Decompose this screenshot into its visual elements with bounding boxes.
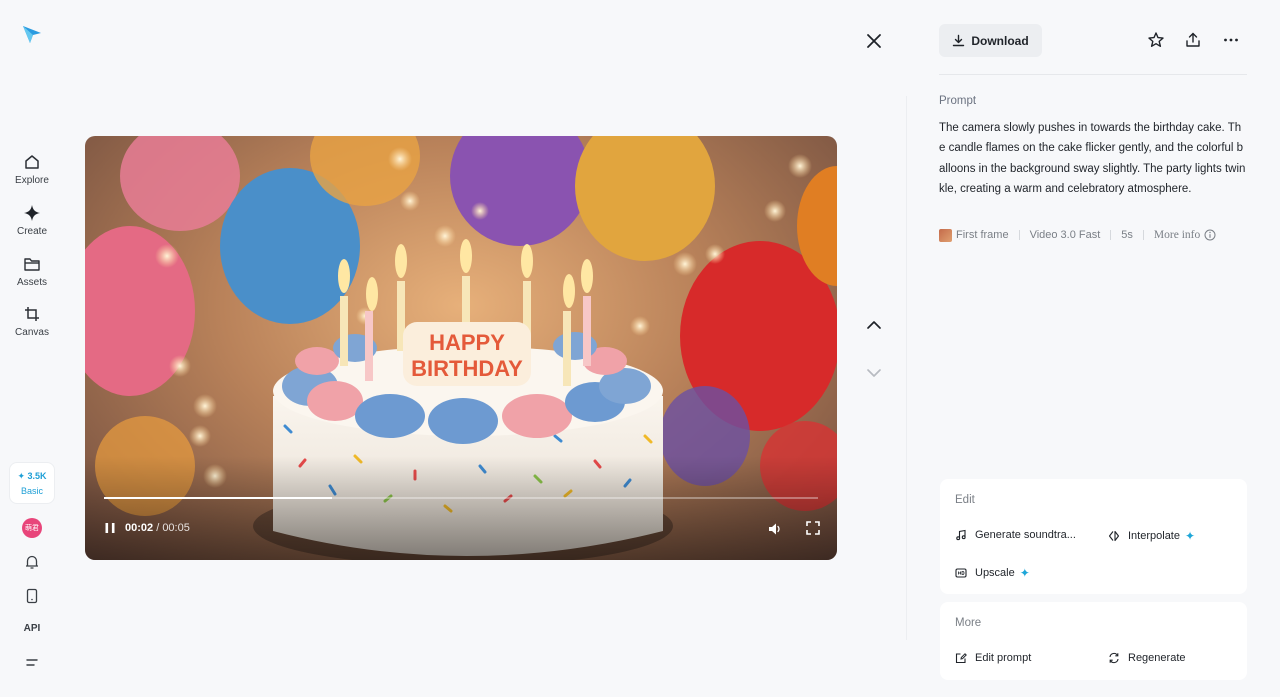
fullscreen-icon[interactable] [806,521,820,535]
meta-separator [1142,230,1144,240]
regenerate-icon [1109,652,1119,664]
upscale-button[interactable]: Upscale ✦ [955,566,1030,580]
mobile-icon[interactable] [23,587,41,605]
volume-icon[interactable] [767,521,783,537]
first-frame-thumbnail [939,228,952,242]
generate-soundtrack-button[interactable]: Generate soundtra... [955,529,1076,541]
menu-icon[interactable] [23,654,41,672]
interpolate-label: Interpolate [1128,530,1180,542]
nav-canvas-label: Canvas [15,327,49,338]
chevron-up-icon[interactable] [864,315,884,335]
first-frame-label: First frame [956,229,1009,241]
cake-text-line2: BIRTHDAY [411,356,523,381]
nav-assets-label: Assets [16,277,47,288]
generation-meta: First frame Video 3.0 Fast 5s More info [939,227,1216,243]
more-card: More Edit prompt Regenerate [940,602,1247,680]
regenerate-label: Regenerate [1128,652,1186,664]
star-icon[interactable] [1147,31,1165,49]
plan-label: Basic [20,485,43,496]
video-progress-bar[interactable] [104,497,818,499]
premium-sparkle-icon: ✦ [1019,566,1030,580]
interpolate-icon [1108,530,1120,542]
video-time: 00:02 / 00:05 [125,522,190,534]
bell-icon[interactable] [23,553,41,571]
nav-assets[interactable]: Assets [8,255,56,288]
crop-icon [25,307,39,321]
pause-icon[interactable] [103,521,117,535]
chevron-down-icon[interactable] [864,363,884,383]
header-divider [939,74,1247,75]
close-icon[interactable] [863,30,885,52]
prompt-label: Prompt [939,95,977,107]
video-controls: 00:02 / 00:05 [85,514,837,544]
meta-separator [1110,230,1112,240]
app-logo-icon[interactable] [20,22,44,46]
video-player[interactable]: HAPPY BIRTHDAY 00:02 / 00:05 [85,136,837,560]
edit-prompt-label: Edit prompt [975,652,1032,664]
panel-divider [906,96,907,640]
premium-sparkle-icon: ✦ [1184,529,1196,543]
duration: / 00:05 [156,522,190,534]
download-icon [953,34,965,47]
download-button[interactable]: Download [939,24,1042,57]
model-label: Video 3.0 Fast [1029,229,1101,241]
current-time: 00:02 [125,522,154,534]
edit-title: Edit [955,494,975,506]
nav-explore[interactable]: Explore [8,153,56,186]
music-note-icon [956,529,966,541]
hd-icon [955,568,967,578]
upscale-label: Upscale [975,567,1015,579]
avatar[interactable]: 萌君 [22,518,42,538]
share-icon[interactable] [1184,31,1202,49]
prompt-text: The camera slowly pushes in towards the … [939,122,1246,195]
nav-explore-label: Explore [15,175,49,186]
credits-badge[interactable]: ✦ 3.5K Basic [9,462,55,504]
meta-separator [1018,230,1020,240]
sparkle-icon [24,205,40,221]
nav-canvas[interactable]: Canvas [8,305,56,338]
info-icon [1204,229,1216,241]
nav-create[interactable]: Create [8,204,56,237]
cake-text-line1: HAPPY [429,330,505,355]
credits-amount: ✦ 3.5K [17,470,47,481]
more-info-link[interactable]: More info [1154,229,1216,241]
api-link[interactable]: API [20,623,44,634]
length-label: 5s [1121,229,1133,241]
edit-prompt-button[interactable]: Edit prompt [955,652,1031,664]
edit-prompt-icon [955,653,967,664]
home-icon [25,155,39,169]
left-rail: Explore Create Assets Canvas ✦ 3.5K Basi… [0,0,64,697]
folder-icon [24,258,40,271]
more-options-icon[interactable] [1222,31,1240,49]
edit-card: Edit Generate soundtra... Interpolate ✦ … [940,479,1247,594]
generate-soundtrack-label: Generate soundtra... [975,529,1076,541]
nav-create-label: Create [16,226,47,237]
more-title: More [955,617,982,629]
video-progress-fill [104,497,333,499]
regenerate-button[interactable]: Regenerate [1108,652,1186,664]
interpolate-button[interactable]: Interpolate ✦ [1108,529,1195,543]
more-info-label: More info [1153,229,1201,241]
download-label: Download [971,33,1029,48]
